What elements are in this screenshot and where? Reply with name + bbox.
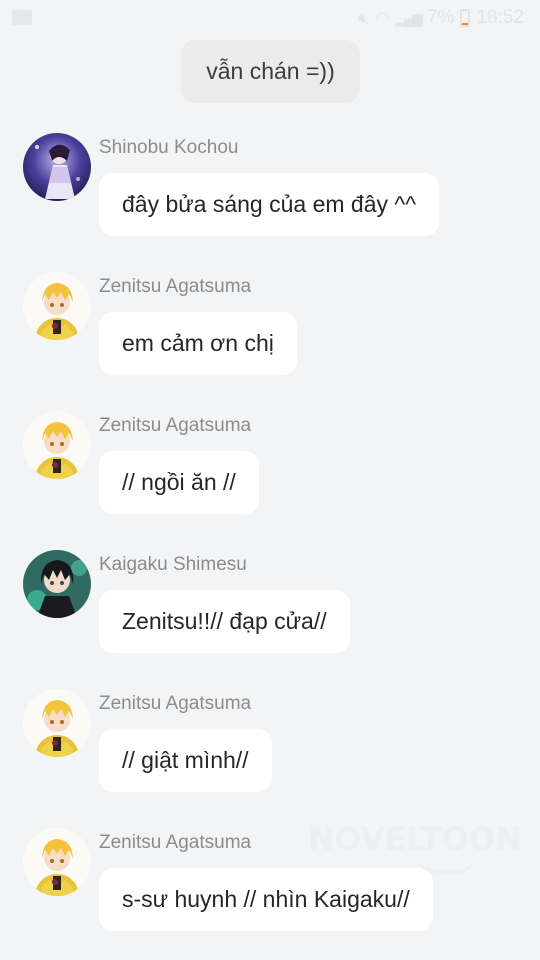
wifi-icon: ◠ bbox=[375, 10, 390, 27]
sender-name: Zenitsu Agatsuma bbox=[99, 276, 252, 297]
message-bubble[interactable]: Zenitsu!!// đạp cửa// bbox=[99, 590, 350, 653]
message-text: em cảm ơn chị bbox=[122, 330, 274, 356]
status-time: 18:52 bbox=[476, 7, 524, 28]
chat-message: Zenitsu Agatsuma s-sư huynh // nhìn Kaig… bbox=[0, 828, 540, 948]
chat-message: Kaigaku Shimesu Zenitsu!!// đạp cửa// bbox=[0, 550, 540, 670]
battery-icon bbox=[460, 9, 471, 27]
zenitsu-avatar[interactable] bbox=[23, 828, 91, 896]
system-message-bubble: vẫn chán =)) bbox=[181, 40, 360, 103]
battery-percent: 7% bbox=[426, 7, 455, 28]
sender-name: Zenitsu Agatsuma bbox=[99, 832, 252, 853]
image-icon bbox=[12, 10, 32, 25]
signal-icon: ▂▄▆ bbox=[395, 9, 423, 26]
message-text: Zenitsu!!// đạp cửa// bbox=[122, 608, 327, 634]
sender-name: Shinobu Kochou bbox=[99, 137, 239, 158]
chat-message: Zenitsu Agatsuma em cảm ơn chị bbox=[0, 272, 540, 392]
message-text: // giật mình// bbox=[122, 747, 249, 773]
message-text: s-sư huynh // nhìn Kaigaku// bbox=[122, 886, 410, 912]
chat-message: Zenitsu Agatsuma // giật mình// bbox=[0, 689, 540, 809]
message-bubble[interactable]: // ngồi ăn // bbox=[99, 451, 259, 514]
sender-name: Kaigaku Shimesu bbox=[99, 554, 247, 575]
zenitsu-avatar[interactable] bbox=[23, 411, 91, 479]
mute-icon: 🔇︎ bbox=[358, 7, 370, 28]
zenitsu-avatar[interactable] bbox=[23, 689, 91, 757]
message-bubble[interactable]: // giật mình// bbox=[99, 729, 272, 792]
chat-message: Shinobu Kochou đây bửa sáng của em đây ^… bbox=[0, 133, 540, 253]
status-icons: 🔇︎ ◠ ▂▄▆ 7% 18:52 bbox=[358, 6, 524, 30]
message-text: đây bửa sáng của em đây ^^ bbox=[122, 191, 416, 217]
kaigaku-avatar[interactable] bbox=[23, 550, 91, 618]
status-bar: 🔇︎ ◠ ▂▄▆ 7% 18:52 bbox=[0, 0, 540, 36]
sender-name: Zenitsu Agatsuma bbox=[99, 415, 252, 436]
system-message-text: vẫn chán =)) bbox=[206, 58, 335, 84]
shinobu-avatar[interactable] bbox=[23, 133, 91, 201]
chat-message: Zenitsu Agatsuma // ngồi ăn // bbox=[0, 411, 540, 531]
sender-name: Zenitsu Agatsuma bbox=[99, 693, 252, 714]
message-bubble[interactable]: đây bửa sáng của em đây ^^ bbox=[99, 173, 439, 236]
message-bubble[interactable]: em cảm ơn chị bbox=[99, 312, 297, 375]
zenitsu-avatar[interactable] bbox=[23, 272, 91, 340]
message-bubble[interactable]: s-sư huynh // nhìn Kaigaku// bbox=[99, 868, 433, 931]
message-text: // ngồi ăn // bbox=[122, 469, 236, 495]
